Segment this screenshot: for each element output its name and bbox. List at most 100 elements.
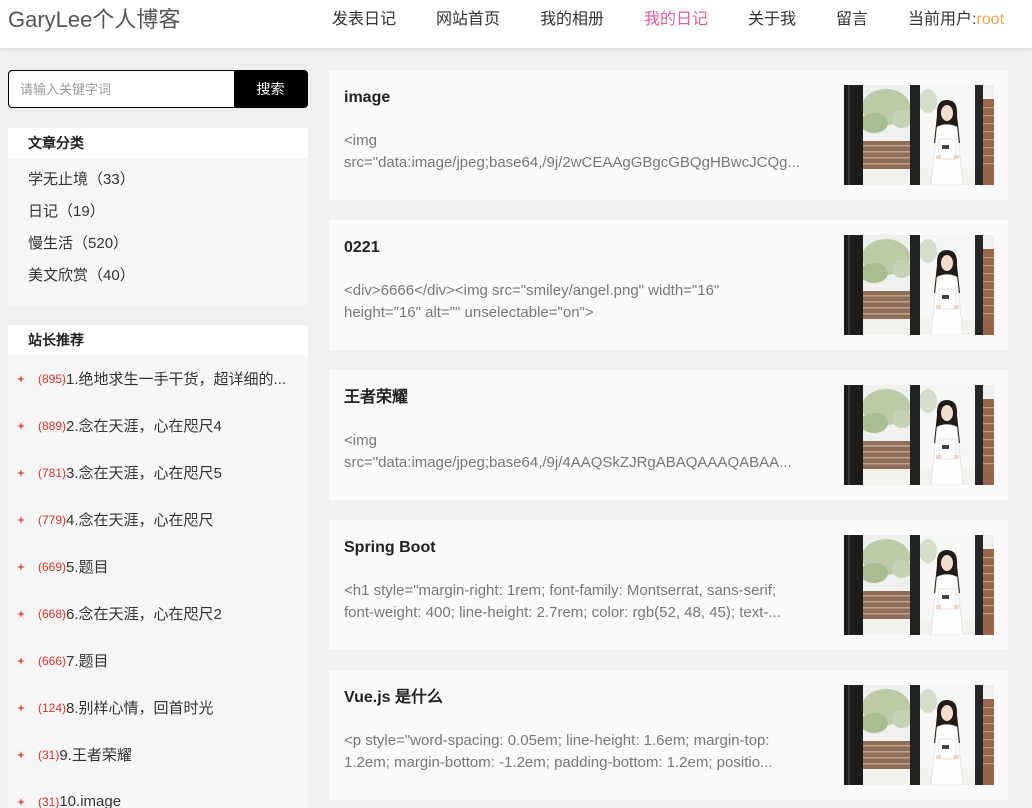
post-excerpt: <h1 style="margin-right: 1rem; font-fami…	[344, 580, 830, 624]
sparkle-icon	[17, 704, 25, 712]
view-count: (895)	[38, 371, 67, 386]
sparkle-icon	[17, 375, 25, 383]
category-name: 慢生活	[28, 235, 74, 252]
sparkle-icon	[17, 798, 25, 806]
recommend-item[interactable]: (779) 4.念在天涯，心在咫尺	[8, 496, 308, 543]
category-panel: 文章分类 学无止境（33） 日记（19） 慢生活（520） 美文欣赏（40）	[8, 128, 308, 305]
post-thumbnail[interactable]	[844, 685, 994, 785]
view-count: (124)	[38, 700, 67, 715]
sparkle-icon	[17, 751, 25, 759]
recommend-panel: 站长推荐 (895) 1.绝地求生一手干货，超详细的... (889) 2.念在天涯…	[8, 325, 308, 808]
view-count: (31)	[38, 747, 60, 762]
recommend-panel-title: 站长推荐	[8, 325, 308, 355]
view-count: (669)	[38, 559, 67, 574]
category-count: （33）	[88, 171, 135, 188]
nav-item-home[interactable]: 网站首页	[416, 0, 520, 40]
post-excerpt-line: font-weight: 400; line-height: 2.7rem; c…	[344, 604, 781, 621]
recommend-title: 6.念在天涯，心在咫尺2	[66, 606, 222, 623]
recommend-item[interactable]: (31) 10.image	[8, 778, 308, 808]
post-thumbnail[interactable]	[844, 535, 994, 635]
post-excerpt-line: <h1 style="margin-right: 1rem; font-fami…	[344, 582, 777, 599]
view-count: (779)	[38, 512, 67, 527]
sparkle-icon	[17, 657, 25, 665]
post-card: Spring Boot <h1 style="margin-right: 1re…	[329, 520, 1008, 650]
post-excerpt: <img src="data:image/jpeg;base64,/9j/2wC…	[344, 130, 830, 174]
nav-item-about[interactable]: 关于我	[728, 0, 816, 40]
post-excerpt-line: <p style="word-spacing: 0.05em; line-hei…	[344, 732, 770, 749]
recommend-item[interactable]: (668) 6.念在天涯，心在咫尺2	[8, 590, 308, 637]
post-title[interactable]: image	[344, 87, 390, 109]
post-title[interactable]: Vue.js 是什么	[344, 687, 443, 709]
nav-item-message[interactable]: 留言	[816, 0, 888, 40]
category-panel-title: 文章分类	[8, 128, 308, 158]
nav-item-post-diary[interactable]: 发表日记	[312, 0, 416, 40]
recommend-title: 9.王者荣耀	[59, 747, 132, 764]
post-list: image <img src="data:image/jpeg;base64,/…	[329, 70, 1008, 800]
recommend-list: (895) 1.绝地求生一手干货，超详细的... (889) 2.念在天涯，心在咫尺…	[8, 355, 308, 808]
post-excerpt-line: height="16" alt="" unselectable="on">	[344, 304, 594, 321]
view-count: (668)	[38, 606, 67, 621]
category-item[interactable]: 日记（19）	[28, 196, 308, 228]
search-input[interactable]	[9, 71, 234, 107]
category-item[interactable]: 慢生活（520）	[28, 228, 308, 260]
post-excerpt: <img src="data:image/jpeg;base64,/9j/4AA…	[344, 430, 830, 474]
post-title[interactable]: 王者荣耀	[344, 387, 408, 409]
sparkle-icon	[17, 563, 25, 571]
site-logo[interactable]: GaryLee个人博客	[8, 0, 180, 40]
category-count: （40）	[88, 267, 135, 284]
sparkle-icon	[17, 610, 25, 618]
view-count: (666)	[38, 653, 67, 668]
recommend-title: 5.题目	[66, 559, 109, 576]
recommend-item[interactable]: (781) 3.念在天涯，心在咫尺5	[8, 449, 308, 496]
sparkle-icon	[17, 422, 25, 430]
recommend-item[interactable]: (31) 9.王者荣耀	[8, 731, 308, 778]
main-nav: 发表日记 网站首页 我的相册 我的日记 关于我 留言 当前用户:root	[312, 0, 1024, 40]
post-excerpt-line: <img	[344, 132, 377, 149]
category-count: （19）	[58, 203, 105, 220]
recommend-item[interactable]: (895) 1.绝地求生一手干货，超详细的...	[8, 355, 308, 402]
recommend-title: 7.题目	[66, 653, 109, 670]
search-button[interactable]: 搜索	[234, 71, 307, 107]
nav-item-album[interactable]: 我的相册	[520, 0, 624, 40]
recommend-title: 1.绝地求生一手干货，超详细的...	[66, 371, 287, 388]
post-card: 0221 <div>6666</div><img src="smiley/ang…	[329, 220, 1008, 350]
category-count: （520）	[73, 235, 129, 252]
post-excerpt: <div>6666</div><img src="smiley/angel.pn…	[344, 280, 830, 324]
post-title[interactable]: 0221	[344, 237, 380, 259]
view-count: (889)	[38, 418, 67, 433]
view-count: (781)	[38, 465, 67, 480]
post-card: 王者荣耀 <img src="data:image/jpeg;base64,/9…	[329, 370, 1008, 500]
post-excerpt: <p style="word-spacing: 0.05em; line-hei…	[344, 730, 830, 774]
category-item[interactable]: 美文欣赏（40）	[28, 260, 308, 292]
recommend-item[interactable]: (889) 2.念在天涯，心在咫尺4	[8, 402, 308, 449]
current-user-name[interactable]: root	[976, 11, 1004, 28]
category-name: 日记	[28, 203, 59, 220]
nav-item-my-diary[interactable]: 我的日记	[624, 0, 728, 40]
category-item[interactable]: 学无止境（33）	[28, 164, 308, 196]
post-excerpt-line: src="data:image/jpeg;base64,/9j/2wCEAAgG…	[344, 154, 800, 171]
post-thumbnail[interactable]	[844, 85, 994, 185]
recommend-title: 10.image	[59, 793, 122, 808]
post-excerpt-line: <div>6666</div><img src="smiley/angel.pn…	[344, 282, 720, 299]
recommend-item[interactable]: (669) 5.题目	[8, 543, 308, 590]
search-form: 搜索	[8, 70, 308, 108]
site-header: GaryLee个人博客 发表日记 网站首页 我的相册 我的日记 关于我 留言 当…	[0, 0, 1032, 48]
recommend-title: 8.别样心情，回首时光	[66, 700, 214, 717]
sparkle-icon	[17, 516, 25, 524]
post-card: image <img src="data:image/jpeg;base64,/…	[329, 70, 1008, 200]
post-excerpt-line: <img	[344, 432, 377, 449]
post-thumbnail[interactable]	[844, 235, 994, 335]
recommend-item[interactable]: (666) 7.题目	[8, 637, 308, 684]
post-title[interactable]: Spring Boot	[344, 537, 436, 559]
post-card: Vue.js 是什么 <p style="word-spacing: 0.05e…	[329, 670, 1008, 800]
recommend-item[interactable]: (124) 8.别样心情，回首时光	[8, 684, 308, 731]
post-thumbnail[interactable]	[844, 385, 994, 485]
sparkle-icon	[17, 469, 25, 477]
recommend-title: 2.念在天涯，心在咫尺4	[66, 418, 222, 435]
view-count: (31)	[38, 794, 60, 808]
post-excerpt-line: 1.2em; margin-bottom: -1.2em; padding-bo…	[344, 754, 773, 771]
category-name: 美文欣赏	[28, 267, 89, 284]
recommend-title: 4.念在天涯，心在咫尺	[66, 512, 214, 529]
sidebar: 搜索 文章分类 学无止境（33） 日记（19） 慢生活（520） 美文欣赏（40…	[8, 70, 308, 808]
category-list: 学无止境（33） 日记（19） 慢生活（520） 美文欣赏（40）	[8, 158, 308, 305]
